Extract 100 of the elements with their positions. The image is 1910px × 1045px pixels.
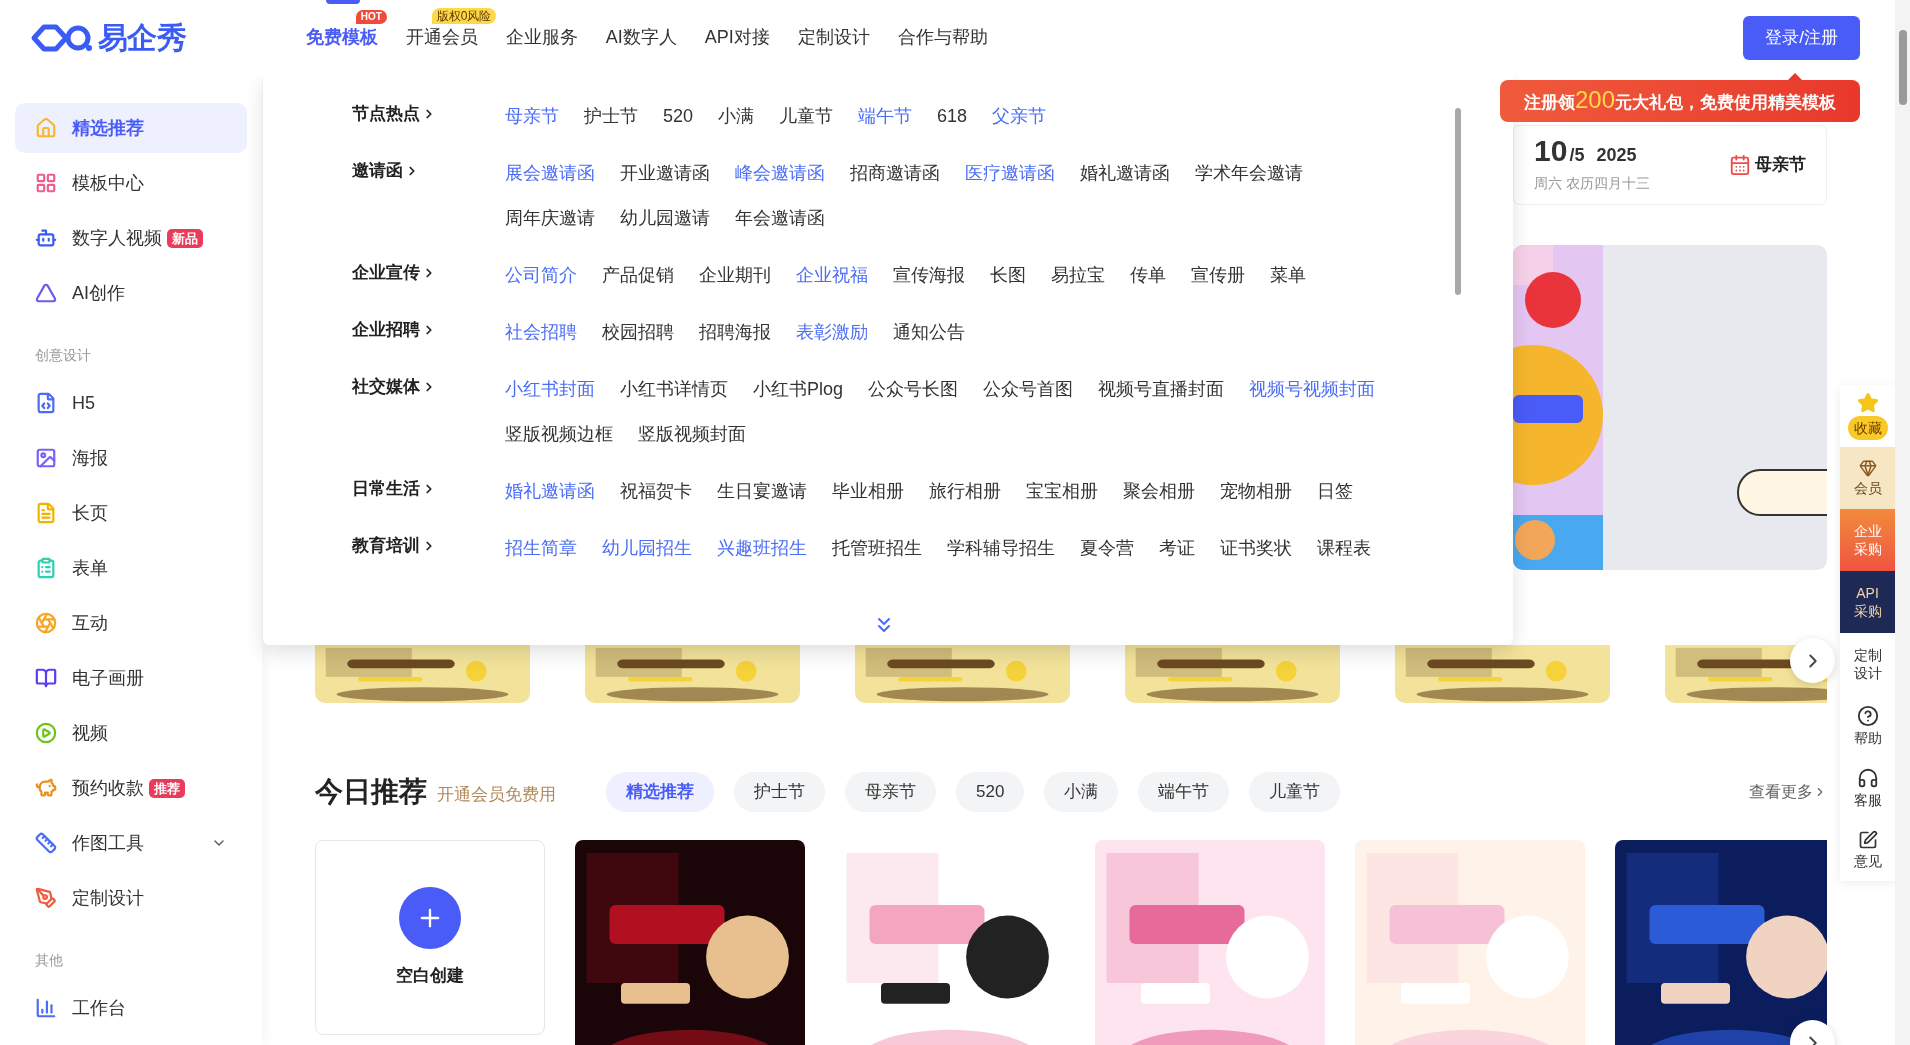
menu-link[interactable]: 学科辅导招生 (947, 526, 1055, 571)
menu-link[interactable]: 易拉宝 (1051, 253, 1105, 298)
menu-link[interactable]: 618 (937, 94, 968, 139)
menu-link[interactable]: 证书奖状 (1220, 526, 1292, 571)
menu-link[interactable]: 520 (663, 94, 694, 139)
menu-link[interactable]: 生日宴邀请 (717, 469, 807, 514)
sidebar-item[interactable]: H5 (15, 378, 247, 428)
menu-link[interactable]: 端午节 (858, 94, 913, 139)
toolbar-button[interactable]: 定制设计 (1840, 633, 1895, 695)
menu-link[interactable]: 年会邀请函 (735, 196, 825, 241)
sidebar-item[interactable]: 精选推荐 (15, 103, 247, 153)
menu-link[interactable]: 开业邀请函 (620, 151, 710, 196)
filter-chip[interactable]: 小满 (1044, 772, 1119, 812)
menu-link[interactable]: 夏令营 (1080, 526, 1134, 571)
menu-link[interactable]: 祝福贺卡 (620, 469, 692, 514)
menu-link[interactable]: 社会招聘 (505, 310, 577, 355)
nav-link[interactable]: AI数字人 (605, 24, 677, 51)
nav-link[interactable]: 开通会员 (405, 24, 478, 51)
sidebar-item[interactable]: 互动 (15, 598, 247, 648)
menu-link[interactable]: 宝宝相册 (1026, 469, 1098, 514)
filter-chip[interactable]: 520 (956, 772, 1025, 812)
blank-create-card[interactable]: 空白创建 (315, 840, 545, 1035)
scrollbar-thumb[interactable] (1455, 108, 1461, 295)
category-link[interactable]: 教育培训 (352, 529, 505, 563)
menu-link[interactable]: 日签 (1317, 469, 1353, 514)
menu-link[interactable]: 婚礼邀请函 (505, 469, 595, 514)
menu-link[interactable]: 竖版视频封面 (638, 412, 746, 457)
menu-link[interactable]: 兴趣班招生 (717, 526, 807, 571)
category-link[interactable]: 社交媒体 (352, 370, 505, 404)
category-link[interactable]: 日常生活 (352, 472, 505, 506)
filter-chip[interactable]: 护士节 (734, 772, 825, 812)
menu-link[interactable]: 表彰激励 (796, 310, 868, 355)
menu-link[interactable]: 传单 (1130, 253, 1166, 298)
menu-link[interactable]: 企业祝福 (796, 253, 868, 298)
sidebar-item[interactable]: 电子画册 (15, 653, 247, 703)
menu-link[interactable]: 小红书Plog (753, 367, 844, 412)
menu-link[interactable]: 父亲节 (992, 94, 1047, 139)
scrollbar-thumb[interactable] (1898, 30, 1907, 105)
menu-link[interactable]: 考证 (1159, 526, 1195, 571)
menu-link[interactable]: 视频号视频封面 (1249, 367, 1376, 412)
menu-link[interactable]: 长图 (990, 253, 1026, 298)
menu-link[interactable]: 课程表 (1317, 526, 1371, 571)
menu-link[interactable]: 宣传册 (1191, 253, 1245, 298)
menu-link[interactable]: 企业期刊 (699, 253, 771, 298)
menu-link[interactable]: 幼儿园邀请 (620, 196, 710, 241)
category-link[interactable]: 节点热点 (352, 97, 505, 131)
nav-link[interactable]: 合作与帮助 (897, 24, 988, 51)
toolbar-button[interactable]: 意见 (1840, 819, 1895, 881)
menu-link[interactable]: 小红书封面 (505, 367, 595, 412)
toolbar-button[interactable]: 收藏 (1840, 385, 1895, 447)
menu-link[interactable]: 聚会相册 (1123, 469, 1195, 514)
menu-link[interactable]: 竖版视频边框 (505, 412, 613, 457)
sidebar-item[interactable]: 作图工具 (15, 818, 247, 868)
filter-chip[interactable]: 儿童节 (1249, 772, 1341, 812)
menu-link[interactable]: 公司简介 (505, 253, 577, 298)
menu-link[interactable]: 托管班招生 (832, 526, 922, 571)
menu-link[interactable]: 医疗邀请函 (965, 151, 1055, 196)
sidebar-item[interactable]: 预约收款 推荐 (15, 763, 247, 813)
sidebar-item[interactable]: AI创作 (15, 268, 247, 318)
menu-link[interactable]: 公众号首图 (983, 367, 1074, 412)
menu-link[interactable]: 菜单 (1270, 253, 1306, 298)
menu-link[interactable]: 旅行相册 (929, 469, 1001, 514)
category-link[interactable]: 企业招聘 (352, 313, 505, 347)
menu-link[interactable]: 周年庆邀请 (505, 196, 595, 241)
nav-link[interactable]: 定制设计 (797, 24, 870, 51)
promo-banner[interactable]: 注册领200元大礼包，免费使用精美模板 (1500, 80, 1860, 122)
sidebar-item[interactable]: 数字人视频 新品 (15, 213, 247, 263)
filter-chip[interactable]: 母亲节 (845, 772, 936, 812)
menu-link[interactable]: 宣传海报 (893, 253, 965, 298)
menu-link[interactable]: 幼儿园招生 (602, 526, 692, 571)
menu-link[interactable]: 视频号直播封面 (1098, 367, 1225, 412)
nav-link[interactable]: 企业服务 (505, 24, 578, 51)
menu-link[interactable]: 展会邀请函 (505, 151, 595, 196)
menu-link[interactable]: 毕业相册 (832, 469, 904, 514)
sidebar-item[interactable]: 定制设计 (15, 873, 247, 923)
filter-chip[interactable]: 端午节 (1138, 772, 1230, 812)
menu-link[interactable]: 峰会邀请函 (735, 151, 825, 196)
menu-link[interactable]: 公众号长图 (868, 367, 959, 412)
sidebar-item[interactable]: 工作台 (15, 983, 247, 1033)
nav-link[interactable]: 免费模板 (305, 24, 378, 51)
menu-link[interactable]: 校园招聘 (602, 310, 674, 355)
menu-link[interactable]: 产品促销 (602, 253, 674, 298)
menu-link[interactable]: 通知公告 (893, 310, 965, 355)
toolbar-button[interactable]: 会员 (1840, 447, 1895, 509)
menu-link[interactable]: 招商邀请函 (850, 151, 940, 196)
menu-link[interactable]: 护士节 (584, 94, 638, 139)
menu-link[interactable]: 婚礼邀请函 (1080, 151, 1170, 196)
filter-chip[interactable]: 精选推荐 (606, 772, 714, 812)
login-button[interactable]: 登录/注册 (1743, 15, 1860, 60)
more-link[interactable]: 查看更多 (1749, 780, 1827, 804)
menu-link[interactable]: 宠物相册 (1220, 469, 1292, 514)
menu-link[interactable]: 小满 (718, 94, 755, 139)
sidebar-item[interactable]: 模板中心 (15, 158, 247, 208)
sidebar-item[interactable]: 视频 (15, 708, 247, 758)
toolbar-button[interactable]: 帮助 (1840, 695, 1895, 757)
menu-link[interactable]: 招聘海报 (699, 310, 771, 355)
sidebar-item[interactable]: 海报 (15, 433, 247, 483)
menu-link[interactable]: 小红书详情页 (620, 367, 728, 412)
menu-link[interactable]: 学术年会邀请 (1195, 151, 1303, 196)
category-link[interactable]: 企业宣传 (352, 256, 505, 290)
